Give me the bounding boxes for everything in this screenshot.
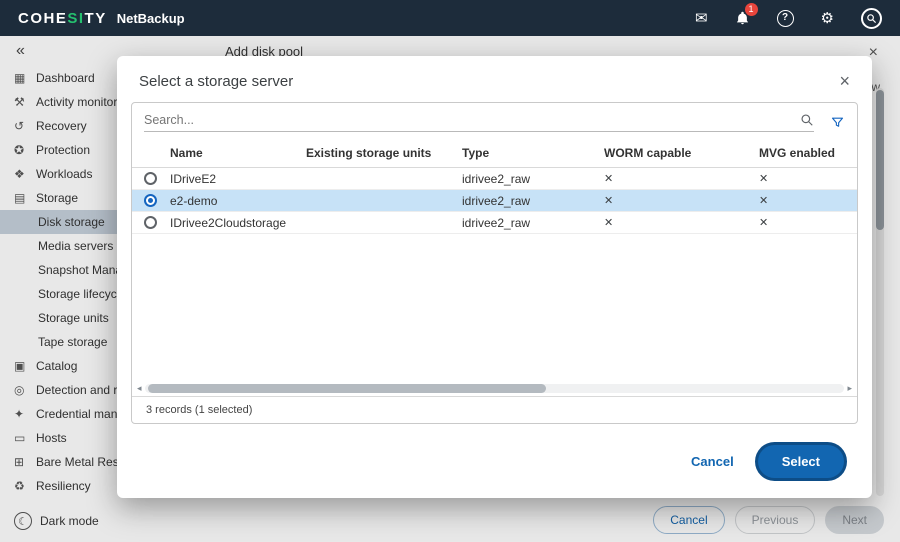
- dialog-cancel-button[interactable]: Cancel: [691, 454, 734, 469]
- column-header-mvg-enabled: MVG enabled: [759, 146, 845, 160]
- brand-text: COHESITY: [18, 10, 107, 27]
- search-avatar-icon[interactable]: [861, 8, 882, 29]
- cell-mvg-enabled-x-icon: ✕: [759, 216, 845, 229]
- cell-name: IDrivee2Cloudstorage: [170, 216, 306, 230]
- table-row[interactable]: IDriveE2 idrivee2_raw ✕ ✕: [132, 168, 857, 190]
- dialog-footer: Cancel Select: [117, 424, 872, 498]
- message-icon[interactable]: ✉: [695, 11, 708, 26]
- table-header-row: Name Existing storage units Type WORM ca…: [132, 138, 857, 168]
- cell-mvg-enabled-x-icon: ✕: [759, 172, 845, 185]
- topbar-icons: ✉ 1 ? ⚙: [695, 8, 882, 29]
- dialog-close-icon[interactable]: ×: [839, 72, 850, 90]
- dialog-header: Select a storage server ×: [117, 56, 872, 98]
- cell-worm-capable-x-icon: ✕: [604, 216, 759, 229]
- search-input[interactable]: [144, 113, 792, 127]
- scroll-right-arrow-icon[interactable]: ▸: [847, 384, 852, 393]
- horizontal-scrollbar-track[interactable]: [145, 384, 845, 393]
- records-count-status: 3 records (1 selected): [132, 396, 857, 423]
- column-header-type: Type: [462, 146, 604, 160]
- cell-worm-capable-x-icon: ✕: [604, 194, 759, 207]
- product-name: NetBackup: [117, 11, 185, 26]
- filter-funnel-icon[interactable]: [830, 115, 845, 130]
- table-empty-space: [132, 234, 857, 381]
- dialog-title: Select a storage server: [139, 73, 293, 90]
- scroll-left-arrow-icon[interactable]: ◂: [137, 384, 142, 393]
- horizontal-scrollbar-thumb[interactable]: [148, 384, 547, 393]
- table-row[interactable]: IDrivee2Cloudstorage idrivee2_raw ✕ ✕: [132, 212, 857, 234]
- dialog-select-button[interactable]: Select: [758, 445, 844, 478]
- topbar: COHESITY NetBackup ✉ 1 ? ⚙: [0, 0, 900, 36]
- row-radio-button[interactable]: [144, 216, 157, 229]
- storage-server-table-panel: Name Existing storage units Type WORM ca…: [131, 102, 858, 424]
- search-row: [132, 103, 857, 138]
- settings-gear-icon[interactable]: ⚙: [821, 11, 834, 26]
- cell-worm-capable-x-icon: ✕: [604, 172, 759, 185]
- column-header-name: Name: [170, 146, 306, 160]
- search-field: [144, 113, 814, 132]
- cohesity-netbackup-logo: COHESITY NetBackup: [18, 10, 185, 27]
- column-header-worm-capable: WORM capable: [604, 146, 759, 160]
- horizontal-scrollbar: ◂ ▸: [132, 381, 857, 396]
- cell-type: idrivee2_raw: [462, 172, 604, 186]
- column-header-existing-storage-units: Existing storage units: [306, 146, 462, 160]
- app-window: COHESITY NetBackup ✉ 1 ? ⚙ « ▦ Dashboard: [0, 0, 900, 542]
- row-radio-button[interactable]: [144, 172, 157, 185]
- table-row-selected[interactable]: e2-demo idrivee2_raw ✕ ✕: [132, 190, 857, 212]
- row-radio-button[interactable]: [144, 194, 157, 207]
- cell-mvg-enabled-x-icon: ✕: [759, 194, 845, 207]
- notifications-bell-icon[interactable]: 1: [735, 10, 750, 26]
- select-storage-server-dialog: Select a storage server × Name Existing …: [117, 56, 872, 498]
- cell-type: idrivee2_raw: [462, 194, 604, 208]
- search-icon[interactable]: [800, 113, 814, 127]
- help-icon[interactable]: ?: [777, 10, 794, 27]
- cell-type: idrivee2_raw: [462, 216, 604, 230]
- cell-name: e2-demo: [170, 194, 306, 208]
- notification-badge: 1: [745, 3, 758, 16]
- cell-name: IDriveE2: [170, 172, 306, 186]
